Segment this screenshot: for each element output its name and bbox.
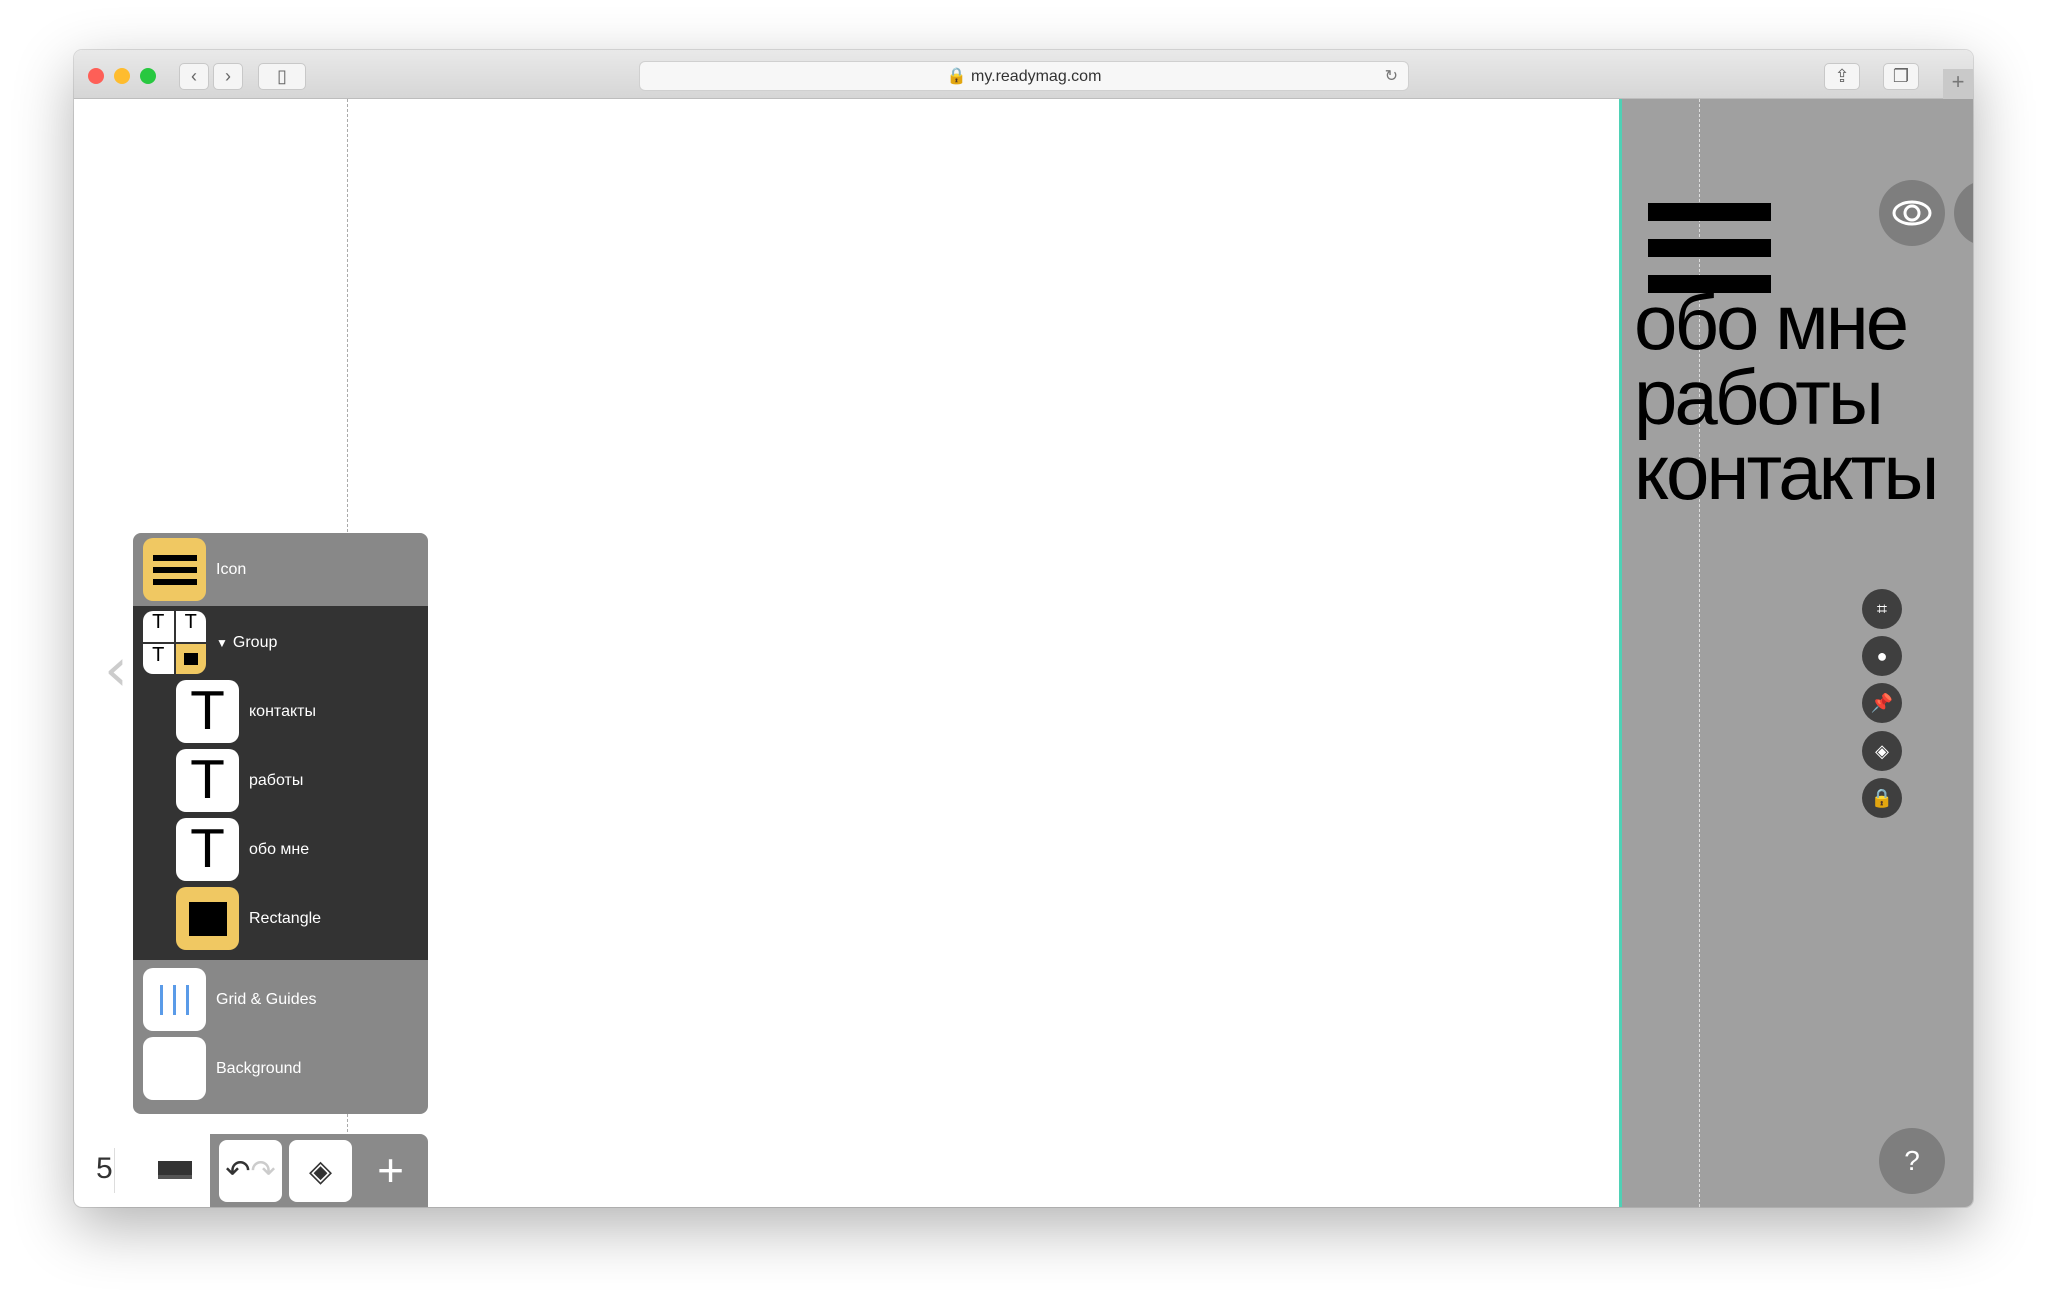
lock-icon: 🔒 xyxy=(946,68,967,85)
layers-button[interactable]: ◈ xyxy=(289,1140,352,1202)
layer-label: работы xyxy=(249,771,304,789)
layer-label: Background xyxy=(216,1059,302,1077)
new-tab-button[interactable]: + xyxy=(1943,69,1973,99)
layers-icon[interactable]: ◈ xyxy=(1862,731,1902,771)
hamburger-thumb-icon xyxy=(143,538,206,601)
layer-background[interactable]: Background xyxy=(133,1034,428,1103)
crop-icon[interactable]: ⌗ xyxy=(1862,589,1902,629)
reload-icon[interactable]: ↻ xyxy=(1385,62,1398,91)
layers-stack-icon: ◈ xyxy=(308,1154,333,1188)
minimize-window-button[interactable] xyxy=(114,68,130,84)
page-preview-area[interactable]: обо мне работы контакты ⌗ ● 📌 ◈ 🔒 ? xyxy=(1619,99,1973,1207)
text-icon: T xyxy=(176,818,239,881)
nav-text-group[interactable]: обо мне работы контакты xyxy=(1634,283,1939,511)
layers-panel: Icon TT T ▼ Group Tконтакты Tработы Tобо… xyxy=(133,533,428,1114)
back-button[interactable]: ‹ xyxy=(179,63,209,90)
layer-grid-guides[interactable]: Grid & Guides xyxy=(133,965,428,1034)
layer-label: Group xyxy=(232,633,278,651)
maximize-window-button[interactable] xyxy=(140,68,156,84)
eye-icon xyxy=(1892,200,1932,226)
laptop-icon[interactable] xyxy=(158,1161,192,1179)
layer-label: контакты xyxy=(249,702,316,720)
help-button[interactable]: ? xyxy=(1879,1128,1945,1194)
bottom-toolbar: 5 ↶ ↷ ◈ + xyxy=(74,1134,428,1207)
text-icon: T xyxy=(176,680,239,743)
background-thumb xyxy=(143,1037,206,1100)
lock-icon[interactable]: 🔒 xyxy=(1862,778,1902,818)
share-icon[interactable]: ⇪ xyxy=(1824,63,1860,90)
layer-rectangle[interactable]: Rectangle xyxy=(133,884,428,953)
pin-icon[interactable]: 📌 xyxy=(1862,683,1902,723)
page-number[interactable]: 5 xyxy=(96,1152,113,1186)
nav-item-about[interactable]: обо мне xyxy=(1634,283,1936,361)
collapse-panel-arrow-icon[interactable]: ‹ xyxy=(104,635,128,705)
text-icon: T xyxy=(176,749,239,812)
layer-label: Grid & Guides xyxy=(216,990,317,1008)
address-bar[interactable]: 🔒 my.readymag.com ↻ xyxy=(639,61,1409,91)
menu-button[interactable] xyxy=(1954,180,1973,246)
close-window-button[interactable] xyxy=(88,68,104,84)
layer-icon[interactable]: Icon xyxy=(133,535,428,604)
layer-group: TT T ▼ Group Tконтакты Tработы Tобо мне … xyxy=(133,606,428,960)
browser-window: ‹ › ▯ 🔒 my.readymag.com ↻ ⇪ ❐ + обо мне р… xyxy=(74,50,1973,1207)
url-text: my.readymag.com xyxy=(970,68,1102,85)
layer-text-about[interactable]: Tобо мне xyxy=(133,815,428,884)
layer-group-header[interactable]: TT T ▼ Group xyxy=(133,608,428,677)
browser-titlebar: ‹ › ▯ 🔒 my.readymag.com ↻ ⇪ ❐ + xyxy=(74,50,1973,99)
group-thumb-icon: TT T xyxy=(143,611,206,674)
layer-label: Icon xyxy=(216,560,247,578)
expand-triangle-icon[interactable]: ▼ xyxy=(216,636,228,650)
layer-label: обо мне xyxy=(249,840,310,858)
page-device-group: 5 xyxy=(74,1134,210,1207)
nav-item-contacts[interactable]: контакты xyxy=(1634,433,1939,511)
undo-redo-button[interactable]: ↶ ↷ xyxy=(219,1140,282,1202)
layer-text-works[interactable]: Tработы xyxy=(133,746,428,815)
layer-label: Rectangle xyxy=(249,909,322,927)
undo-icon[interactable]: ↶ xyxy=(225,1154,250,1189)
sidebar-toggle-icon[interactable]: ▯ xyxy=(258,63,306,90)
effects-icon[interactable]: ● xyxy=(1862,636,1902,676)
add-button[interactable]: + xyxy=(359,1142,422,1200)
tabs-overview-icon[interactable]: ❐ xyxy=(1883,63,1919,90)
layer-text-contacts[interactable]: Tконтакты xyxy=(133,677,428,746)
rectangle-icon xyxy=(176,887,239,950)
guide-line xyxy=(1699,99,1700,1207)
forward-button[interactable]: › xyxy=(213,63,243,90)
grid-guides-icon xyxy=(143,968,206,1031)
preview-eye-button[interactable] xyxy=(1879,180,1945,246)
redo-icon[interactable]: ↷ xyxy=(251,1154,276,1189)
nav-item-works[interactable]: работы xyxy=(1634,358,1936,436)
